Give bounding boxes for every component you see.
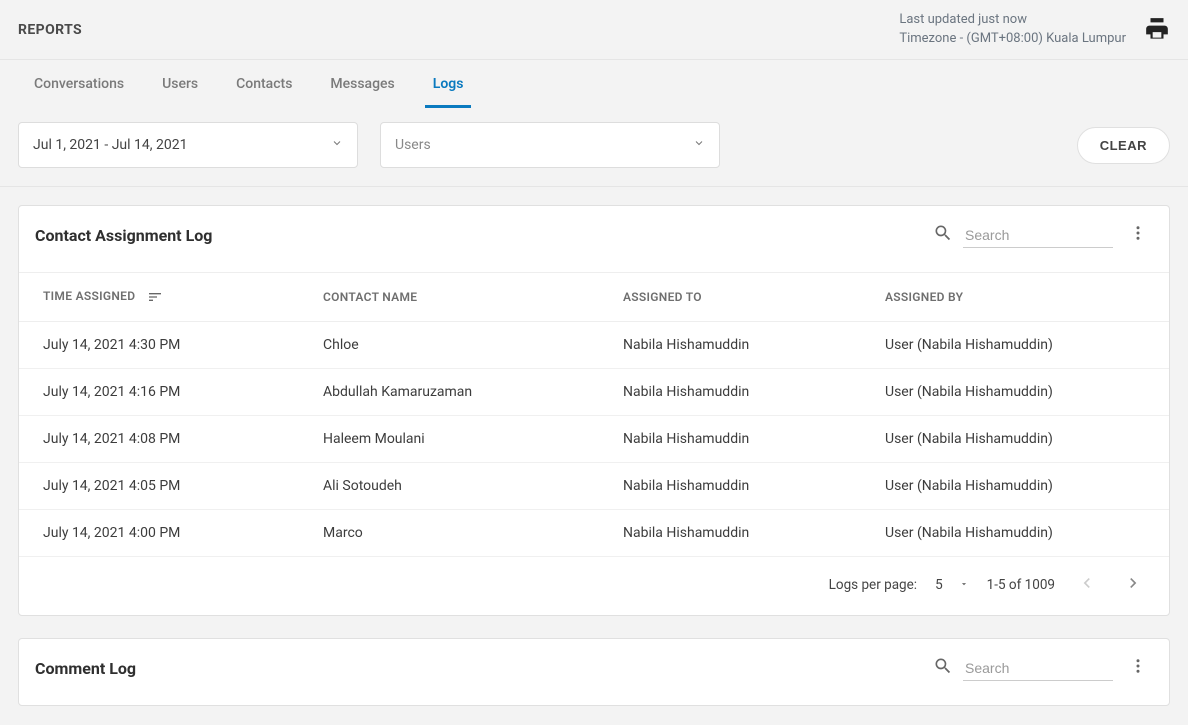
col-time-assigned[interactable]: TIME ASSIGNED — [19, 273, 299, 322]
cell-assigned-by: User (Nabila Hishamuddin) — [861, 322, 1169, 369]
users-filter-placeholder: Users — [395, 137, 431, 153]
cell-assigned-to: Nabila Hishamuddin — [599, 369, 861, 416]
tab-label: Contacts — [236, 76, 292, 92]
cell-time: July 14, 2021 4:30 PM — [19, 322, 299, 369]
cell-assigned-to: Nabila Hishamuddin — [599, 463, 861, 510]
last-updated-text: Last updated just now — [899, 11, 1126, 29]
chevron-down-icon — [331, 137, 343, 153]
cell-assigned-by: User (Nabila Hishamuddin) — [861, 369, 1169, 416]
tabs-row: Conversations Users Contacts Messages Lo… — [0, 60, 1188, 108]
cell-assigned-to: Nabila Hishamuddin — [599, 510, 861, 557]
col-header-label: TIME ASSIGNED — [43, 289, 135, 303]
card-header-right — [933, 653, 1151, 683]
tab-label: Users — [162, 76, 198, 92]
cell-time: July 14, 2021 4:00 PM — [19, 510, 299, 557]
chevron-down-icon — [693, 137, 705, 153]
tab-label: Messages — [330, 76, 394, 92]
tab-label: Conversations — [34, 76, 124, 92]
cell-assigned-to: Nabila Hishamuddin — [599, 322, 861, 369]
cell-assigned-by: User (Nabila Hishamuddin) — [861, 416, 1169, 463]
tab-logs[interactable]: Logs — [433, 60, 464, 108]
more-vert-icon[interactable] — [1125, 220, 1151, 250]
cell-contact: Ali Sotoudeh — [299, 463, 599, 510]
card-title: Comment Log — [35, 659, 136, 678]
per-page-value: 5 — [935, 577, 943, 593]
clear-button[interactable]: CLEAR — [1077, 127, 1170, 164]
table-header-row: TIME ASSIGNED CONTACT NAME ASSIGNED TO A… — [19, 273, 1169, 322]
tab-messages[interactable]: Messages — [330, 60, 394, 108]
filters-row: Jul 1, 2021 - Jul 14, 2021 Users CLEAR — [0, 108, 1188, 187]
tab-conversations[interactable]: Conversations — [34, 60, 124, 108]
cell-contact: Haleem Moulani — [299, 416, 599, 463]
tab-contacts[interactable]: Contacts — [236, 60, 292, 108]
pagination-range: 1-5 of 1009 — [987, 577, 1055, 593]
log-table: TIME ASSIGNED CONTACT NAME ASSIGNED TO A… — [19, 272, 1169, 557]
more-vert-icon[interactable] — [1125, 653, 1151, 683]
card-title: Contact Assignment Log — [35, 226, 212, 245]
search-input[interactable] — [963, 656, 1113, 681]
col-assigned-to[interactable]: ASSIGNED TO — [599, 273, 861, 322]
pagination: Logs per page: 5 1-5 of 1009 — [19, 557, 1169, 615]
cell-time: July 14, 2021 4:05 PM — [19, 463, 299, 510]
cell-contact: Marco — [299, 510, 599, 557]
col-assigned-by[interactable]: ASSIGNED BY — [861, 273, 1169, 322]
comment-log-card: Comment Log — [18, 638, 1170, 706]
cell-time: July 14, 2021 4:16 PM — [19, 369, 299, 416]
per-page-label: Logs per page: — [829, 577, 917, 593]
print-icon[interactable] — [1144, 17, 1170, 43]
card-header: Comment Log — [19, 639, 1169, 705]
cell-assigned-to: Nabila Hishamuddin — [599, 416, 861, 463]
col-contact-name[interactable]: CONTACT NAME — [299, 273, 599, 322]
dropdown-arrow-icon — [959, 577, 969, 593]
date-range-select[interactable]: Jul 1, 2021 - Jul 14, 2021 — [18, 122, 358, 168]
next-page-button[interactable] — [1119, 569, 1147, 601]
cell-time: July 14, 2021 4:08 PM — [19, 416, 299, 463]
table-row[interactable]: July 14, 2021 4:30 PM Chloe Nabila Hisha… — [19, 322, 1169, 369]
tab-users[interactable]: Users — [162, 60, 198, 108]
search-icon[interactable] — [933, 223, 953, 247]
card-header: Contact Assignment Log — [19, 206, 1169, 272]
timezone-text: Timezone - (GMT+08:00) Kuala Lumpur — [899, 30, 1126, 48]
contact-assignment-log-card: Contact Assignment Log TIME ASSIGNED — [18, 205, 1170, 616]
cell-assigned-by: User (Nabila Hishamuddin) — [861, 510, 1169, 557]
page-title: REPORTS — [18, 22, 82, 38]
cell-assigned-by: User (Nabila Hishamuddin) — [861, 463, 1169, 510]
sort-icon — [147, 289, 163, 305]
table-row[interactable]: July 14, 2021 4:16 PM Abdullah Kamaruzam… — [19, 369, 1169, 416]
search-input[interactable] — [963, 223, 1113, 248]
topbar-right: Last updated just now Timezone - (GMT+08… — [899, 11, 1170, 47]
cell-contact: Chloe — [299, 322, 599, 369]
table-row[interactable]: July 14, 2021 4:05 PM Ali Sotoudeh Nabil… — [19, 463, 1169, 510]
card-header-right — [933, 220, 1151, 250]
users-filter-select[interactable]: Users — [380, 122, 720, 168]
topbar: REPORTS Last updated just now Timezone -… — [0, 0, 1188, 60]
per-page-select[interactable]: 5 — [935, 577, 969, 593]
search-wrap — [933, 223, 1113, 248]
table-row[interactable]: July 14, 2021 4:08 PM Haleem Moulani Nab… — [19, 416, 1169, 463]
cell-contact: Abdullah Kamaruzaman — [299, 369, 599, 416]
date-range-value: Jul 1, 2021 - Jul 14, 2021 — [33, 137, 187, 153]
tab-label: Logs — [433, 76, 464, 92]
search-wrap — [933, 656, 1113, 681]
search-icon[interactable] — [933, 656, 953, 680]
timezone-info: Last updated just now Timezone - (GMT+08… — [899, 11, 1126, 47]
prev-page-button[interactable] — [1073, 569, 1101, 601]
table-row[interactable]: July 14, 2021 4:00 PM Marco Nabila Hisha… — [19, 510, 1169, 557]
